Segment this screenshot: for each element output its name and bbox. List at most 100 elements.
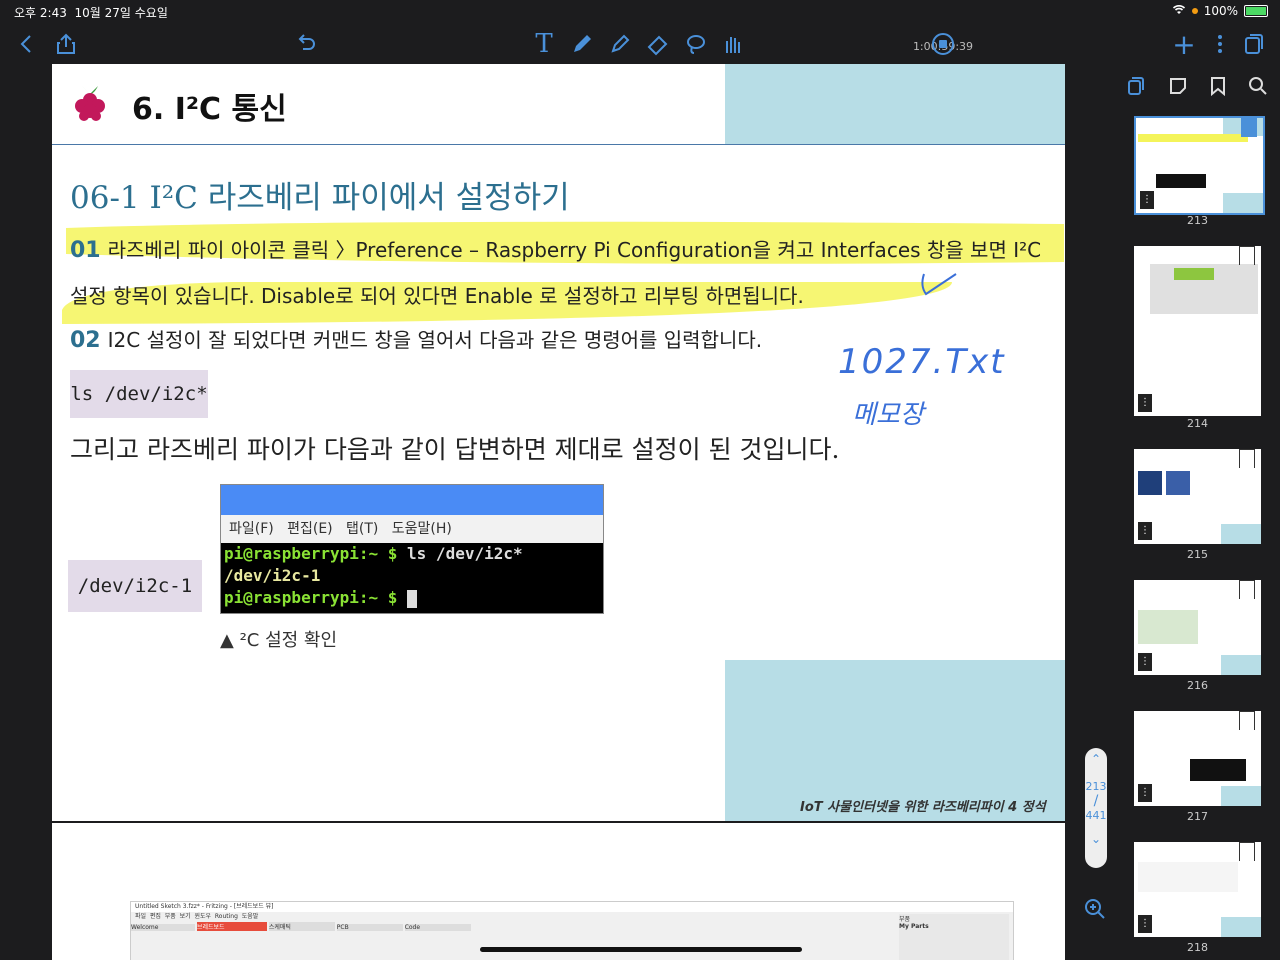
toolbar: T 1:00:59:39 +	[0, 24, 1280, 64]
step-2-text: I2C 설정이 잘 되었다면 커맨드 창을 열어서 다음과 같은 명령어를 입력…	[107, 328, 763, 352]
terminal-menubar: 파일(F) 편집(E) 탭(T) 도움말(H)	[221, 515, 603, 543]
thumb-menu-icon[interactable]: ⋮	[1140, 191, 1154, 209]
header-decor	[725, 64, 1065, 144]
thumb-terminal	[1190, 759, 1246, 781]
terminal-window: 파일(F) 편집(E) 탭(T) 도움말(H) pi@raspberrypi:~…	[220, 484, 604, 614]
pen-tool-icon[interactable]	[568, 30, 596, 58]
bookmark-icon[interactable]	[1239, 580, 1255, 599]
scroll-down-icon[interactable]: ⌄	[1085, 832, 1107, 846]
thumb-sensor	[1138, 471, 1162, 495]
command-box: ls /dev/i2c*	[70, 370, 208, 418]
next-page: Untitled Sketch 3.fzz* - Fritzing - [브레드…	[52, 823, 1065, 960]
record-icon[interactable]	[929, 30, 957, 58]
bookmark-icon[interactable]	[1239, 246, 1255, 265]
thumbnail-page-217[interactable]: ⋮	[1134, 711, 1261, 806]
fritzing-title: Untitled Sketch 3.fzz* - Fritzing - [브레드…	[131, 902, 1013, 912]
add-icon[interactable]: +	[1170, 28, 1198, 61]
wifi-icon	[1172, 4, 1186, 18]
raspberry-icon	[72, 82, 108, 128]
thumb-menu-icon[interactable]: ⋮	[1138, 784, 1152, 802]
fritzing-tab-pcb: PCB	[336, 924, 403, 931]
handwritten-checkmark	[921, 273, 957, 296]
back-icon[interactable]	[12, 30, 40, 58]
fritzing-panel-label: 부품	[899, 916, 911, 923]
hand-tool-icon[interactable]	[718, 30, 746, 58]
thumbnail-page-214[interactable]: ⋮	[1134, 246, 1261, 416]
fritzing-tab-code: Code	[404, 924, 471, 931]
step-2: 02 I2C 설정이 잘 되었다면 커맨드 창을 열어서 다음과 같은 명령어를…	[70, 324, 762, 353]
bookmark-icon[interactable]	[1239, 842, 1255, 861]
thumb-label: 213	[1187, 214, 1208, 227]
page-scroller[interactable]: ⌃ 213 / 441 ⌄	[1085, 748, 1107, 868]
thumbnail-page-218[interactable]: ⋮	[1134, 842, 1261, 937]
terminal-menu-help: 도움말(H)	[391, 521, 452, 537]
bookmarks-tab-icon[interactable]	[1206, 76, 1230, 100]
text-tool-icon[interactable]: T	[530, 29, 558, 59]
handwritten-filename: 1027.Txt	[838, 342, 1006, 382]
thumb-label: 215	[1187, 548, 1208, 561]
bookmark-icon[interactable]	[1239, 449, 1255, 468]
fritzing-my-parts: My Parts	[899, 923, 929, 930]
terminal-body: pi@raspberrypi:~ $ ls /dev/i2c* /dev/i2c…	[221, 543, 603, 609]
thumb-menu-icon[interactable]: ⋮	[1138, 915, 1152, 933]
current-page: 213	[1085, 780, 1107, 793]
thumb-label: 214	[1187, 417, 1208, 430]
thumb-decor	[1223, 193, 1263, 213]
thumb-decor	[1221, 786, 1261, 806]
thumb-decor	[1221, 655, 1261, 675]
search-tab-icon[interactable]	[1246, 76, 1270, 100]
answer-text: 그리고 라즈베리 파이가 다음과 같이 답변하면 제대로 설정이 된 것입니다.	[70, 435, 840, 464]
thumbnail-page-216[interactable]: ⋮	[1134, 580, 1261, 675]
more-icon[interactable]	[1206, 30, 1234, 58]
terminal-menu-file: 파일(F)	[229, 521, 274, 537]
battery-percent: 100%	[1203, 4, 1238, 18]
home-indicator[interactable]	[480, 947, 802, 952]
thumbnail-page-213[interactable]: ⋮	[1134, 116, 1265, 215]
terminal-titlebar	[221, 485, 603, 515]
figure-caption: ▲ ²C 설정 확인	[220, 630, 338, 651]
step-2-number: 02	[70, 328, 101, 353]
thumb-menu-icon[interactable]: ⋮	[1138, 653, 1152, 671]
pages-icon[interactable]	[1240, 30, 1268, 58]
thumb-lcd	[1174, 268, 1214, 280]
fritzing-tab-schematic: 스케매틱	[268, 922, 335, 931]
thumb-menu-icon[interactable]: ⋮	[1138, 522, 1152, 540]
bookmark-icon[interactable]	[1241, 118, 1257, 137]
share-icon[interactable]	[52, 30, 80, 58]
thumb-label: 218	[1187, 941, 1208, 954]
sidebar-tabs	[1116, 70, 1280, 106]
terminal-line-1: pi@raspberrypi:~ $ ls /dev/i2c*	[224, 544, 523, 563]
thumb-decor	[1221, 524, 1261, 544]
footer-text: IoT 사물인터넷을 위한 라즈베리파이 4 정석	[800, 800, 1046, 815]
eraser-icon[interactable]	[644, 30, 672, 58]
thumb-highlight	[1138, 134, 1248, 142]
highlighter-icon[interactable]	[606, 30, 634, 58]
total-pages: 441	[1085, 809, 1107, 822]
terminal-menu-tab: 탭(T)	[346, 521, 379, 537]
thumbnail-sidebar: ⋮ 213 ⋮ 214 ⋮ 215 ⋮ 216 ⋮ 217 ⋮ 218	[1116, 64, 1280, 960]
scroll-up-icon[interactable]: ⌃	[1085, 752, 1107, 766]
fritzing-tabs: Welcome 브레드보드 스케매틱 PCB Code	[131, 922, 1013, 934]
thumbnails-tab-icon[interactable]	[1124, 76, 1148, 100]
zoom-icon[interactable]	[1080, 898, 1110, 928]
location-indicator	[1191, 8, 1198, 14]
terminal-cursor	[407, 589, 418, 608]
terminal-line-3: pi@raspberrypi:~ $	[224, 587, 603, 609]
notes-tab-icon[interactable]	[1166, 76, 1190, 100]
status-bar: 오후 2:43 10월 27일 수요일 100%	[0, 0, 1280, 24]
thumb-decor	[1221, 917, 1261, 937]
status-time: 오후 2:43 10월 27일 수요일	[14, 6, 168, 20]
lasso-icon[interactable]	[682, 30, 710, 58]
thumb-menu-icon[interactable]: ⋮	[1138, 394, 1152, 412]
thumb-label: 216	[1187, 679, 1208, 692]
battery-icon	[1244, 5, 1268, 17]
step-1-text-cont: 설정 항목이 있습니다. Disable로 되어 있다면 Enable 로 설정…	[70, 284, 804, 308]
bookmark-icon[interactable]	[1239, 711, 1255, 730]
undo-icon[interactable]	[292, 30, 320, 58]
document-page: 6. I²C 통신 06-1 I²C 라즈베리 파이에서 설정하기 01 라즈베…	[52, 64, 1065, 821]
chapter-title: 6. I²C 통신	[132, 92, 287, 127]
status-right: 100%	[1172, 4, 1268, 18]
fritzing-menu: 파일 편집 부품 보기 윈도우 Routing 도움말	[135, 913, 259, 920]
header-divider	[52, 144, 1065, 145]
thumbnail-page-215[interactable]: ⋮	[1134, 449, 1261, 544]
